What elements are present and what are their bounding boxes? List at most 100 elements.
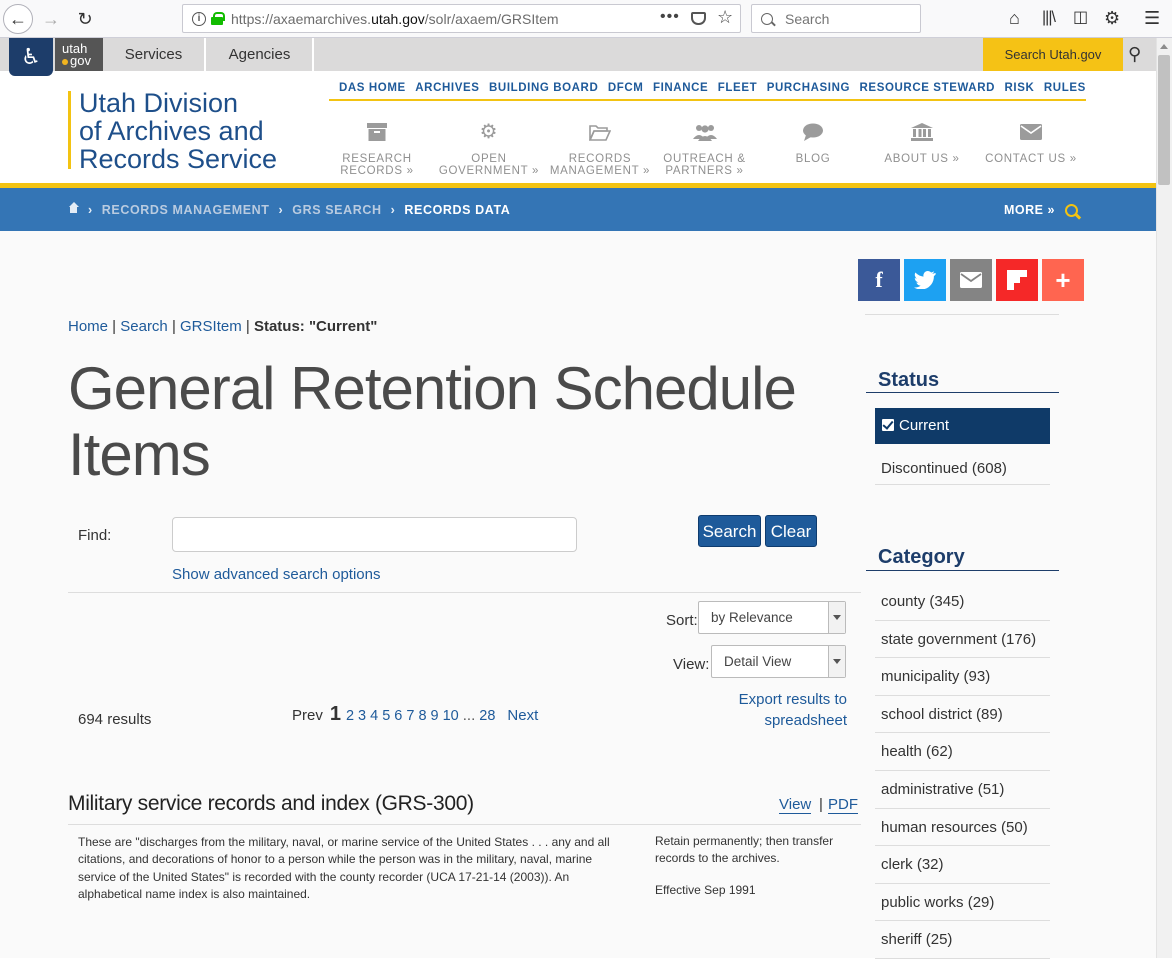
share-facebook-button[interactable]: f [858, 259, 900, 301]
status-facet-heading: Status [878, 369, 940, 391]
topnav-resource-steward[interactable]: RESOURCE STEWARD [860, 82, 995, 94]
topnav-rules[interactable]: RULES [1044, 82, 1086, 94]
pager-next[interactable]: Next [507, 707, 538, 724]
home-icon[interactable] [68, 202, 79, 215]
chevron-down-icon [828, 646, 845, 677]
extension-icon[interactable]: ⚙ [1104, 8, 1120, 28]
search-icon[interactable]: ⚲ [1128, 44, 1141, 65]
topnav-dfcm[interactable]: DFCM [608, 82, 644, 94]
pager-prev[interactable]: Prev [292, 707, 323, 724]
mainnav-blog[interactable]: BLOG [783, 118, 843, 165]
result-effective-date: Effective Sep 1991 [655, 883, 756, 897]
library-icon[interactable]: |||\ [1042, 8, 1056, 28]
mainnav-label: RECORDS [568, 153, 632, 165]
mainnav-outreach-partners[interactable]: OUTREACH & PARTNERS » [656, 118, 753, 177]
category-item[interactable]: county (345) [875, 583, 1050, 621]
share-more-button[interactable]: + [1042, 259, 1084, 301]
category-item[interactable]: health (62) [875, 733, 1050, 771]
services-tab[interactable]: Services [103, 38, 206, 71]
checkbox-checked-icon [882, 419, 894, 431]
result-pdf-link[interactable]: PDF [828, 796, 858, 814]
scroll-up-icon[interactable] [1160, 44, 1168, 49]
mainnav-label: GOVERNMENT [438, 165, 529, 177]
share-twitter-button[interactable] [904, 259, 946, 301]
breadcrumb-grsitem-link[interactable]: GRSItem [180, 318, 242, 335]
institution-icon [876, 118, 968, 146]
site-logo[interactable]: Utah Division of Archives and Records Se… [79, 89, 339, 173]
topnav-finance[interactable]: FINANCE [653, 82, 708, 94]
search-utah-button[interactable]: Search Utah.gov [983, 38, 1123, 71]
pager-page[interactable]: 7 [406, 708, 414, 724]
menu-icon[interactable]: ☰ [1144, 8, 1160, 28]
status-current-filter[interactable]: Current [875, 408, 1050, 444]
more-menu-button[interactable]: MORE » [1004, 203, 1055, 217]
search-button[interactable]: Search [698, 515, 761, 547]
pocket-icon[interactable] [691, 12, 706, 25]
back-button[interactable]: ← [3, 4, 33, 34]
chevron-right-icon: › [278, 203, 284, 217]
mainnav-records-management[interactable]: RECORDS MANAGEMENT » [544, 118, 656, 177]
plus-icon: + [1055, 264, 1071, 295]
home-icon[interactable]: ⌂ [1009, 8, 1020, 28]
accessibility-icon[interactable]: ♿ [9, 38, 53, 76]
category-item[interactable]: municipality (93) [875, 658, 1050, 696]
pager-page[interactable]: 10 [443, 708, 459, 724]
topnav-archives[interactable]: ARCHIVES [415, 82, 479, 94]
pager-page[interactable]: 5 [382, 708, 390, 724]
pager-page[interactable]: 2 [346, 708, 354, 724]
topnav-risk[interactable]: RISK [1005, 82, 1035, 94]
agencies-tab[interactable]: Agencies [207, 38, 314, 71]
topnav-building-board[interactable]: BUILDING BOARD [489, 82, 598, 94]
category-item[interactable]: public works (29) [875, 884, 1050, 922]
pager-page[interactable]: 8 [418, 708, 426, 724]
category-item[interactable]: administrative (51) [875, 771, 1050, 809]
share-flipboard-button[interactable] [996, 259, 1038, 301]
pager-page[interactable]: 9 [431, 708, 439, 724]
pager-page[interactable]: 6 [394, 708, 402, 724]
reload-button[interactable]: ↻ [70, 4, 100, 34]
pager-page[interactable]: 4 [370, 708, 378, 724]
sort-select[interactable]: by Relevance [698, 601, 846, 634]
mainnav-contact-us[interactable]: CONTACT US » [978, 118, 1084, 165]
topnav-purchasing[interactable]: PURCHASING [767, 82, 850, 94]
category-item[interactable]: sheriff (25) [875, 921, 1050, 959]
find-input[interactable] [172, 517, 577, 552]
breadcrumb-records-management[interactable]: RECORDS MANAGEMENT [102, 203, 270, 217]
mainnav-open-government[interactable]: ⚙ OPEN GOVERNMENT » [434, 118, 544, 177]
sidebar-icon[interactable]: ◫ [1073, 8, 1088, 28]
category-item[interactable]: human resources (50) [875, 809, 1050, 847]
url-bar[interactable]: i https://axaemarchives.utah.gov/solr/ax… [182, 4, 741, 33]
topnav-das-home[interactable]: DAS HOME [339, 82, 406, 94]
chevron-down-icon [828, 602, 845, 633]
status-discontinued-filter[interactable]: Discontinued (608) [875, 452, 1050, 485]
topnav-fleet[interactable]: FLEET [718, 82, 757, 94]
chevron-down-icon: » [736, 165, 744, 177]
clear-button[interactable]: Clear [765, 515, 817, 547]
browser-search-input[interactable] [783, 9, 913, 28]
search-icon[interactable] [1065, 204, 1078, 217]
scrollbar-thumb[interactable] [1158, 55, 1170, 185]
utah-gov-logo[interactable]: utah gov [55, 38, 103, 71]
pager-last[interactable]: 28 [479, 708, 495, 724]
pager-page[interactable]: 3 [358, 708, 366, 724]
mainnav-research-records[interactable]: RESEARCH RECORDS » [335, 118, 419, 177]
url-text[interactable]: https://axaemarchives.utah.gov/solr/axae… [231, 11, 559, 27]
category-item[interactable]: school district (89) [875, 696, 1050, 734]
breadcrumb-search-link[interactable]: Search [120, 318, 168, 335]
mainnav-about-us[interactable]: ABOUT US » [876, 118, 968, 165]
browser-search-box[interactable] [751, 4, 921, 33]
result-view-link[interactable]: View [779, 796, 812, 814]
gear-icon: ⚙ [479, 121, 499, 143]
info-icon[interactable]: i [192, 11, 206, 26]
bookmark-star-icon[interactable]: ☆ [717, 7, 733, 28]
share-email-button[interactable] [950, 259, 992, 301]
category-item[interactable]: clerk (32) [875, 846, 1050, 884]
breadcrumb-home-link[interactable]: Home [68, 318, 108, 335]
view-select[interactable]: Detail View [711, 645, 846, 678]
category-item[interactable]: state government (176) [875, 621, 1050, 659]
forward-button[interactable]: → [36, 4, 66, 34]
export-results-link[interactable]: Export results to spreadsheet [700, 689, 847, 731]
breadcrumb-grs-search[interactable]: GRS SEARCH [292, 203, 381, 217]
advanced-search-link[interactable]: Show advanced search options [172, 566, 380, 583]
page-actions-icon[interactable]: ••• [660, 8, 680, 26]
